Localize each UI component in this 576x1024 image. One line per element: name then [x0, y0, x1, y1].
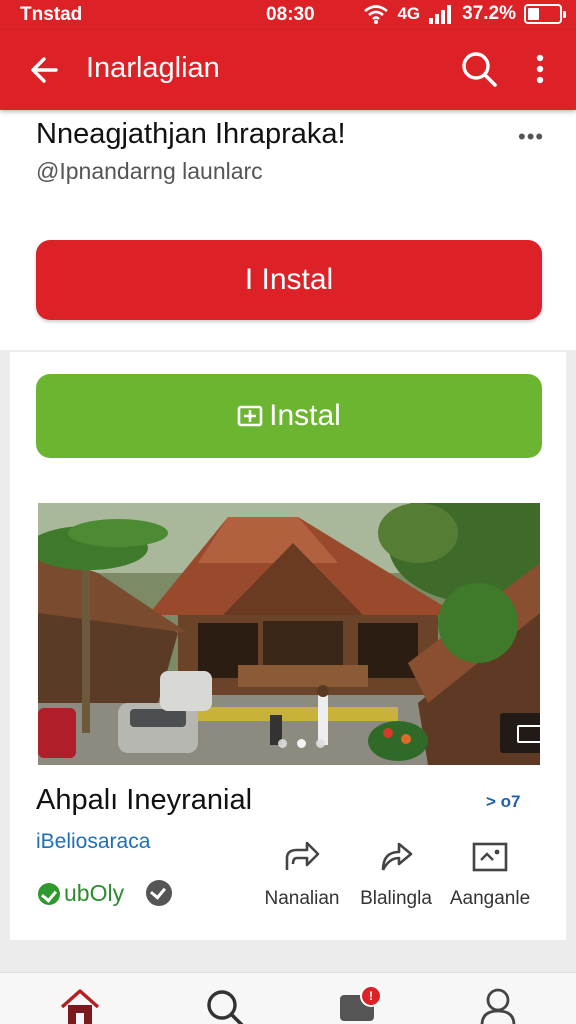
photo-frame-icon [472, 842, 508, 872]
search-icon[interactable] [202, 985, 246, 1024]
carrier-name: Tnstad [20, 4, 83, 25]
pager-dot[interactable] [297, 739, 306, 748]
more-vertical-icon[interactable] [522, 48, 558, 90]
install-button[interactable]: I Instal [36, 240, 542, 320]
app-bar: Inarlaglian [0, 30, 576, 110]
fullscreen-icon[interactable] [500, 713, 540, 753]
app-name: Nneagjathjan Ihrapraka! [36, 118, 346, 150]
bottom-navigation: ! [0, 972, 576, 1024]
home-icon[interactable] [58, 985, 102, 1024]
verified-badge: ubOly [38, 880, 124, 907]
item-meta[interactable]: > o7 [486, 792, 521, 812]
pager-dot[interactable] [316, 739, 325, 748]
verified-label: ubOly [64, 880, 125, 906]
app-header-card: Nneagjathjan Ihrapraka! ••• @Ipnandarng … [0, 110, 576, 350]
developer-name[interactable]: @Ipnandarng launlarc [36, 158, 263, 185]
media-image[interactable] [38, 503, 540, 765]
wifi-icon [364, 5, 389, 24]
forward-icon [381, 842, 413, 871]
status-icons: 4G 37.2% [363, 3, 566, 25]
action-frame[interactable]: Aanganle [440, 840, 540, 910]
install-icon [237, 405, 263, 427]
item-title: Ahpalı Ineyranial [36, 784, 253, 816]
image-pager[interactable] [278, 739, 325, 748]
battery-icon [524, 4, 566, 24]
action-label: Aanganle [449, 888, 531, 909]
back-arrow-icon[interactable] [26, 50, 66, 90]
install-label: Instal [269, 399, 341, 432]
signal-icon [429, 5, 452, 24]
action-label: Blalingla [360, 888, 432, 909]
share-icon [285, 841, 320, 870]
search-icon[interactable] [458, 48, 500, 90]
page-title: Inarlaglian [86, 52, 220, 84]
item-subtitle[interactable]: iBeliosaraca [36, 830, 150, 854]
traditional-house-photo [38, 503, 540, 765]
action-share[interactable]: Nanalian [252, 840, 352, 910]
verified-check-icon [146, 880, 172, 906]
pager-dot[interactable] [278, 739, 287, 748]
profile-icon[interactable] [476, 985, 520, 1024]
action-forward[interactable]: Blalingla [346, 840, 446, 910]
notification-badge: ! [360, 985, 382, 1007]
overflow-menu-icon[interactable]: ••• [518, 124, 544, 150]
check-circle-icon [38, 882, 60, 905]
battery-percent: 37.2% [462, 3, 516, 24]
install-button-secondary[interactable]: Instal [36, 374, 542, 458]
status-bar: Tnstad 08:30 4G 37.2% [0, 0, 576, 30]
content-card: Instal Ahpalı Ineyranial > o7 iBeliosara… [10, 352, 566, 940]
clock: 08:30 [266, 4, 315, 25]
network-type: 4G [397, 4, 421, 23]
action-label: Nanalian [264, 888, 340, 909]
